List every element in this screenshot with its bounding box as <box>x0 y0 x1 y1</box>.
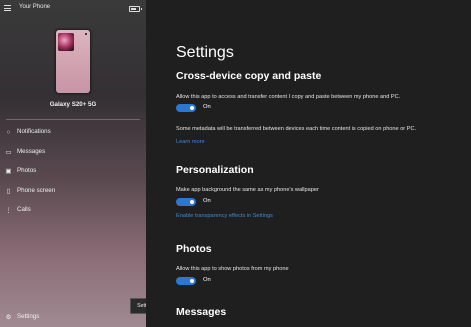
sidebar-item-label: Notifications <box>17 128 51 135</box>
section-heading-messages: Messages <box>176 306 227 318</box>
hamburger-menu-icon[interactable] <box>4 5 11 11</box>
app-title: Your Phone <box>19 4 51 10</box>
toggle-state-label: On <box>203 104 211 110</box>
sidebar-item-label: Messages <box>17 148 46 155</box>
photos-description: Allow this app to show photos from my ph… <box>176 266 289 272</box>
device-name: Galaxy S20+ 5G <box>49 101 97 108</box>
toggle-state-label: On <box>203 198 211 204</box>
section-heading-personalization: Personalization <box>176 164 254 176</box>
photos-icon: ▣ <box>5 168 12 175</box>
phone-image <box>55 29 91 94</box>
sidebar-item-label: Phone screen <box>17 187 56 194</box>
page-title: Settings <box>176 44 234 61</box>
copy-paste-toggle[interactable] <box>176 104 196 112</box>
learn-more-link[interactable]: Learn more <box>176 139 205 145</box>
personalization-description: Make app background the same as my phone… <box>176 187 319 193</box>
battery-icon <box>129 6 142 12</box>
settings-panel: Settings Cross-device copy and paste All… <box>146 0 471 327</box>
sidebar-item-photos[interactable]: ▣ Photos <box>0 164 146 180</box>
transparency-settings-link[interactable]: Enable transparency effects in Settings <box>176 213 273 219</box>
sidebar-divider <box>6 119 140 120</box>
gear-icon: ⚙ <box>5 314 12 321</box>
sidebar-item-label: Settings <box>17 313 40 320</box>
section-heading-copy-paste: Cross-device copy and paste <box>176 70 322 82</box>
notifications-icon: ○ <box>6 129 11 136</box>
photos-toggle[interactable] <box>176 277 196 285</box>
sidebar: Your Phone Galaxy S20+ 5G ○ Notification… <box>0 0 146 327</box>
personalization-toggle[interactable] <box>176 198 196 206</box>
sidebar-item-phone-screen[interactable]: ▯ Phone screen <box>0 184 146 200</box>
copy-paste-note: Some metadata will be transferred betwee… <box>176 126 417 132</box>
phone-screen-icon: ▯ <box>6 188 11 195</box>
sidebar-item-label: Calls <box>17 206 31 213</box>
camera-icon <box>85 33 87 35</box>
sidebar-item-messages[interactable]: ▭ Messages <box>0 145 146 161</box>
sidebar-item-label: Photos <box>17 167 37 174</box>
toggle-state-label: On <box>203 277 211 283</box>
calls-icon: ⋮ <box>5 207 12 214</box>
title-bar: Your Phone <box>0 0 146 18</box>
phone-wallpaper <box>58 33 74 51</box>
sidebar-item-notifications[interactable]: ○ Notifications <box>0 125 146 141</box>
sidebar-item-settings[interactable]: ⚙ Settings <box>0 310 146 326</box>
copy-paste-description: Allow this app to access and transfer co… <box>176 94 401 100</box>
sidebar-item-calls[interactable]: ⋮ Calls <box>0 203 146 219</box>
section-heading-photos: Photos <box>176 243 212 255</box>
messages-icon: ▭ <box>5 149 12 156</box>
